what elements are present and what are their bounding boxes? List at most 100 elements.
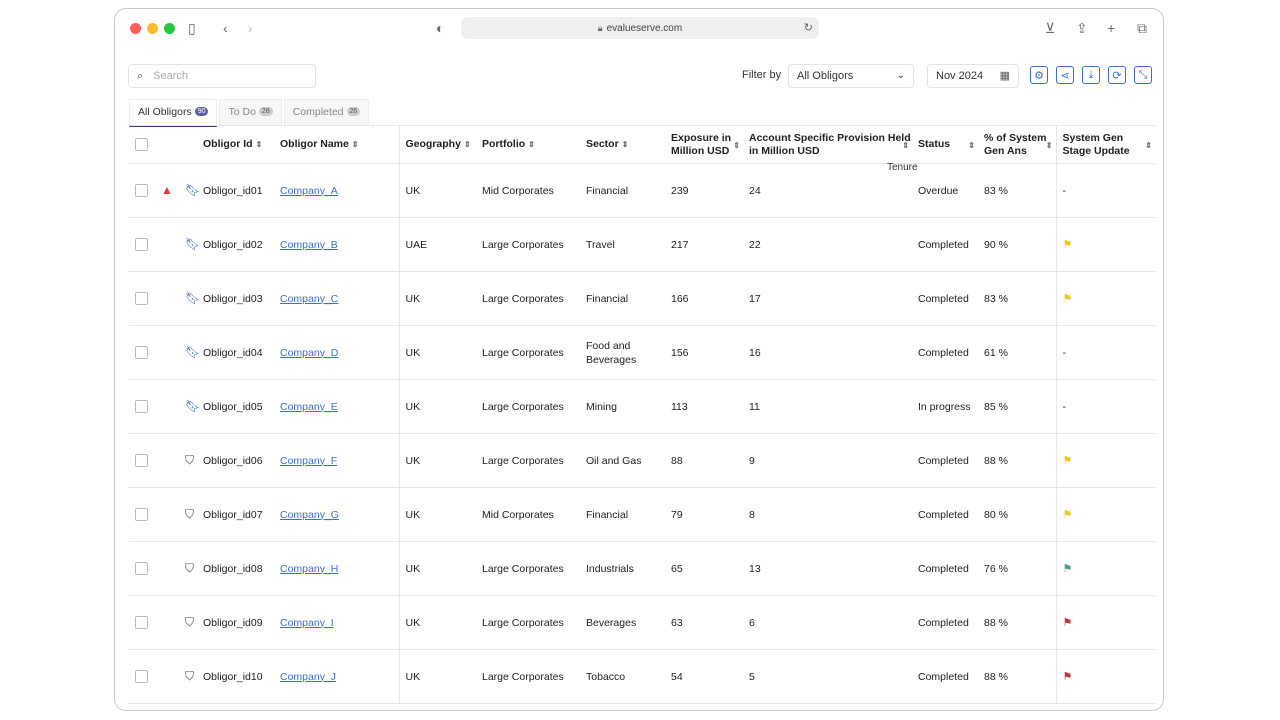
sector-cell: Travel: [580, 217, 665, 272]
table-row[interactable]: ⛉ Obligor_id06 Company_F UK Large Corporates…: [129, 433, 1155, 488]
row-checkbox[interactable]: [135, 184, 148, 198]
obligor-name-link[interactable]: Company_E: [280, 401, 338, 413]
bookmark-icon[interactable]: ⛉: [185, 561, 194, 575]
row-checkbox[interactable]: [135, 616, 148, 630]
row-checkbox[interactable]: [135, 400, 148, 414]
bookmark-icon[interactable]: 🔖︎: [185, 399, 200, 413]
table-row[interactable]: ▲ 🔖︎ Obligor_id01 Company_A UK Mid Corporates…: [129, 163, 1155, 218]
obligor-name-link[interactable]: Company_H: [280, 563, 338, 575]
search-input[interactable]: [151, 69, 296, 83]
obligor-name-link[interactable]: Company_J: [280, 671, 336, 683]
tab-count-badge: 26: [346, 107, 361, 116]
sort-icon[interactable]: ⇕: [968, 139, 975, 152]
flag-icon: ⚑: [1062, 616, 1073, 629]
table-row[interactable]: ⛉ Obligor_id08 Company_H UK Large Corporates…: [129, 541, 1155, 596]
url-text: evalueserve.com: [606, 22, 683, 34]
sort-icon[interactable]: ⇕: [464, 140, 471, 149]
row-select-cell: [129, 595, 155, 650]
close-window-button[interactable]: [130, 23, 141, 34]
new-tab-icon[interactable]: +: [1107, 19, 1115, 37]
browser-window: ▯ ‹ › ◐ 🔒︎ evalueserve.com ↻ ⊻ ⇪ + ⧉ ⌕ F…: [114, 8, 1164, 711]
share-button[interactable]: ⋖: [1056, 66, 1074, 84]
reload-icon[interactable]: ↻: [804, 21, 813, 34]
share-icon[interactable]: ⇪: [1076, 19, 1088, 37]
portfolio-cell: Large Corporates: [476, 325, 580, 380]
obligor-filter-select[interactable]: All Obligors ⌄: [788, 64, 914, 88]
table-row[interactable]: ⛉ Obligor_id09 Company_I UK Large Corporates…: [129, 595, 1155, 650]
bookmark-icon[interactable]: 🔖︎: [185, 345, 200, 359]
table-row[interactable]: 🔖︎ Obligor_id02 Company_B UAE Large Corporat…: [129, 217, 1155, 272]
sort-icon[interactable]: ⇕: [902, 139, 909, 152]
header-sector[interactable]: Sector ⇕: [580, 126, 665, 164]
header-pct-system-gen[interactable]: % of System Gen Ans ⇕: [978, 126, 1056, 164]
sort-icon[interactable]: ⇕: [622, 140, 629, 149]
obligor-name-link[interactable]: Company_A: [280, 185, 338, 197]
header-portfolio[interactable]: Portfolio ⇕: [476, 126, 580, 164]
sort-icon[interactable]: ⇕: [256, 140, 263, 149]
table-row[interactable]: ⛉ Obligor_id07 Company_G UK Mid Corporates Fi…: [129, 487, 1155, 542]
bookmark-icon[interactable]: ⛉: [185, 507, 194, 521]
obligor-name-link[interactable]: Company_B: [280, 239, 338, 251]
table-row[interactable]: ⛉ Obligor_id10 Company_J UK Large Corporates…: [129, 649, 1155, 704]
sort-icon[interactable]: ⇕: [352, 140, 359, 149]
download-icon[interactable]: ⊻: [1045, 19, 1055, 37]
row-checkbox[interactable]: [135, 238, 148, 252]
obligor-name-link[interactable]: Company_F: [280, 455, 337, 467]
maximize-window-button[interactable]: [164, 23, 175, 34]
row-checkbox[interactable]: [135, 670, 148, 684]
download-button[interactable]: ⤓: [1082, 66, 1100, 84]
address-bar[interactable]: 🔒︎ evalueserve.com ↻: [461, 17, 819, 39]
select-all-checkbox[interactable]: [135, 137, 148, 151]
sort-icon[interactable]: ⇕: [528, 140, 535, 149]
refresh-button[interactable]: ⟳: [1108, 66, 1126, 84]
table-row[interactable]: 🔖︎ Obligor_id03 Company_C UK Large Corporate…: [129, 271, 1155, 326]
sort-icon[interactable]: ⇕: [1046, 139, 1053, 152]
date-picker[interactable]: Nov 2024 ▦: [927, 64, 1019, 88]
obligor-name-link[interactable]: Company_C: [280, 293, 338, 305]
header-provision[interactable]: Account Specific Provision Held in Millio…: [743, 126, 912, 164]
tab-all-obligors[interactable]: All Obligors 90: [129, 99, 218, 127]
header-exposure[interactable]: Exposure in Million USD ⇕: [665, 126, 743, 164]
header-obligor-name[interactable]: Obligor Name ⇕: [274, 126, 399, 164]
exposure-cell: 88: [665, 433, 743, 488]
row-checkbox[interactable]: [135, 454, 148, 468]
tabs-icon[interactable]: ⧉: [1137, 19, 1147, 37]
bookmark-icon[interactable]: ⛉: [185, 615, 194, 629]
shield-icon[interactable]: ◐: [436, 19, 444, 37]
header-stage-update[interactable]: System Gen Stage Update ⇕: [1055, 126, 1155, 164]
bookmark-icon[interactable]: ⛉: [185, 669, 194, 683]
minimize-window-button[interactable]: [147, 23, 158, 34]
obligor-name-link[interactable]: Company_I: [280, 617, 334, 629]
exposure-cell: 166: [665, 271, 743, 326]
row-select-cell: [129, 379, 155, 434]
sort-icon[interactable]: ⇕: [733, 139, 740, 152]
sector-cell: Financial: [580, 163, 665, 218]
settings-button[interactable]: ⚙: [1030, 66, 1048, 84]
header-status[interactable]: Status ⇕: [912, 126, 978, 164]
row-checkbox[interactable]: [135, 292, 148, 306]
sidebar-icon[interactable]: ▯: [188, 19, 196, 37]
row-checkbox[interactable]: [135, 562, 148, 576]
header-obligor-id[interactable]: Obligor Id ⇕: [197, 126, 274, 164]
table-row[interactable]: 🔖︎ Obligor_id04 Company_D UK Large Corporate…: [129, 325, 1155, 380]
header-geography[interactable]: Geography ⇕: [398, 126, 476, 164]
bookmark-icon[interactable]: 🔖︎: [185, 237, 200, 251]
obligor-id-cell: Obligor_id08: [197, 541, 274, 596]
tab-to-do[interactable]: To Do 28: [219, 99, 282, 126]
sort-icon[interactable]: ⇕: [1145, 139, 1152, 152]
sector-cell: Beverages: [580, 595, 665, 650]
obligor-name-link[interactable]: Company_D: [280, 347, 338, 359]
row-checkbox[interactable]: [135, 346, 148, 360]
forward-icon[interactable]: ›: [248, 19, 253, 37]
bookmark-icon[interactable]: 🔖︎: [185, 291, 200, 305]
search-box[interactable]: ⌕: [128, 64, 316, 88]
bookmark-icon[interactable]: 🔖︎: [185, 183, 200, 197]
collapse-button[interactable]: ⤡: [1134, 66, 1152, 84]
bookmark-icon[interactable]: ⛉: [185, 453, 194, 467]
header-label-line2: Stage Update: [1062, 144, 1130, 157]
table-row[interactable]: 🔖︎ Obligor_id05 Company_E UK Large Corporate…: [129, 379, 1155, 434]
obligor-name-link[interactable]: Company_G: [280, 509, 339, 521]
tab-completed[interactable]: Completed 26: [283, 99, 370, 126]
row-checkbox[interactable]: [135, 508, 148, 522]
back-icon[interactable]: ‹: [223, 19, 228, 37]
